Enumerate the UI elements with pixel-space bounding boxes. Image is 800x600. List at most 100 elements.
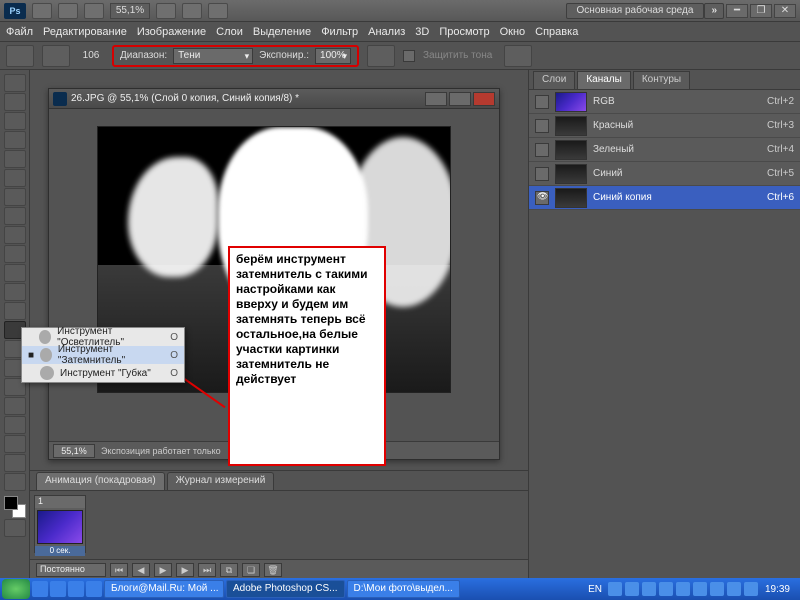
tray-icon[interactable] xyxy=(693,582,707,596)
taskbar-app[interactable]: Adobe Photoshop CS... xyxy=(226,580,345,598)
gradient-tool-icon[interactable] xyxy=(4,283,26,301)
wand-tool-icon[interactable] xyxy=(4,131,26,149)
visibility-icon[interactable] xyxy=(535,167,549,181)
quicklaunch-icon[interactable] xyxy=(86,581,102,597)
tray-icon[interactable] xyxy=(710,582,724,596)
next-frame-icon[interactable]: ▶ xyxy=(176,563,194,577)
frame-time[interactable]: 0 сек. xyxy=(35,546,85,556)
first-frame-icon[interactable]: ⏮ xyxy=(110,563,128,577)
channel-blue[interactable]: Синий Ctrl+5 xyxy=(529,162,800,186)
tray-icon[interactable] xyxy=(642,582,656,596)
start-button-icon[interactable] xyxy=(2,579,30,599)
tray-icon[interactable] xyxy=(659,582,673,596)
airbrush-icon[interactable] xyxy=(367,45,395,67)
workspace-button[interactable]: Основная рабочая среда xyxy=(566,3,705,19)
quicklaunch-icon[interactable] xyxy=(50,581,66,597)
protect-checkbox[interactable] xyxy=(403,50,415,62)
last-frame-icon[interactable]: ⏭ xyxy=(198,563,216,577)
taskbar-app[interactable]: D:\Мои фото\выдел... xyxy=(347,580,460,598)
menu-window[interactable]: Окно xyxy=(500,26,526,38)
screen-mode-icon[interactable] xyxy=(84,3,104,19)
delete-frame-icon[interactable]: 🗑 xyxy=(264,563,282,577)
tray-icon[interactable] xyxy=(608,582,622,596)
range-select[interactable]: Тени xyxy=(173,48,253,64)
tab-measurements[interactable]: Журнал измерений xyxy=(167,472,275,490)
doc-minimize-icon[interactable] xyxy=(425,92,447,106)
tab-layers[interactable]: Слои xyxy=(533,71,575,89)
tween-icon[interactable]: ⧉ xyxy=(220,563,238,577)
flyout-burn[interactable]: ■ Инструмент "Затемнитель" O xyxy=(22,346,184,364)
tablet-icon[interactable] xyxy=(504,45,532,67)
tray-icon[interactable] xyxy=(727,582,741,596)
channel-green[interactable]: Зеленый Ctrl+4 xyxy=(529,138,800,162)
app-close-icon[interactable]: ✕ xyxy=(774,4,796,18)
hand-icon[interactable] xyxy=(156,3,176,19)
eyedropper-tool-icon[interactable] xyxy=(4,169,26,187)
visibility-icon[interactable] xyxy=(535,143,549,157)
history-brush-tool-icon[interactable] xyxy=(4,245,26,263)
brush-preview-icon[interactable] xyxy=(42,45,70,67)
quicklaunch-icon[interactable] xyxy=(32,581,48,597)
clock[interactable]: 19:39 xyxy=(761,584,794,595)
move-tool-icon[interactable] xyxy=(4,74,26,92)
eraser-tool-icon[interactable] xyxy=(4,264,26,282)
language-indicator[interactable]: EN xyxy=(585,584,605,595)
menu-3d[interactable]: 3D xyxy=(415,26,429,38)
menu-image[interactable]: Изображение xyxy=(137,26,206,38)
flyout-sponge[interactable]: Инструмент "Губка" O xyxy=(22,364,184,382)
channel-blue-copy[interactable]: Синий копия Ctrl+6 xyxy=(529,186,800,210)
brush-tool-icon[interactable] xyxy=(4,207,26,225)
visibility-icon[interactable] xyxy=(535,95,549,109)
document-titlebar[interactable]: 26.JPG @ 55,1% (Слой 0 копия, Синий копи… xyxy=(49,89,499,109)
animation-frame[interactable]: 1 0 сек. xyxy=(34,495,86,553)
blur-tool-icon[interactable] xyxy=(4,302,26,320)
tray-icon[interactable] xyxy=(744,582,758,596)
menu-help[interactable]: Справка xyxy=(535,26,578,38)
tab-animation[interactable]: Анимация (покадровая) xyxy=(36,472,165,490)
hand-tool-icon[interactable] xyxy=(4,454,26,472)
menu-select[interactable]: Выделение xyxy=(253,26,311,38)
doc-maximize-icon[interactable] xyxy=(449,92,471,106)
new-frame-icon[interactable]: ❏ xyxy=(242,563,260,577)
shape-tool-icon[interactable] xyxy=(4,397,26,415)
tray-icon[interactable] xyxy=(625,582,639,596)
menu-file[interactable]: Файл xyxy=(6,26,33,38)
color-swatches[interactable] xyxy=(4,496,26,518)
lasso-tool-icon[interactable] xyxy=(4,112,26,130)
menu-filter[interactable]: Фильтр xyxy=(321,26,358,38)
3d-tool-icon[interactable] xyxy=(4,416,26,434)
layout-icon[interactable] xyxy=(58,3,78,19)
camera-tool-icon[interactable] xyxy=(4,435,26,453)
channel-rgb[interactable]: RGB Ctrl+2 xyxy=(529,90,800,114)
crop-tool-icon[interactable] xyxy=(4,150,26,168)
tray-icon[interactable] xyxy=(676,582,690,596)
taskbar-app[interactable]: Блоги@Mail.Ru: Мой ... xyxy=(104,580,224,598)
stamp-tool-icon[interactable] xyxy=(4,226,26,244)
visibility-icon[interactable] xyxy=(535,191,549,205)
rotate-icon[interactable] xyxy=(182,3,202,19)
doc-zoom[interactable]: 55,1% xyxy=(53,444,95,458)
tab-paths[interactable]: Контуры xyxy=(633,71,690,89)
prev-frame-icon[interactable]: ◀ xyxy=(132,563,150,577)
quicklaunch-icon[interactable] xyxy=(68,581,84,597)
visibility-icon[interactable] xyxy=(535,119,549,133)
play-icon[interactable]: ▶ xyxy=(154,563,172,577)
loop-select[interactable]: Постоянно xyxy=(36,563,106,577)
exposure-input[interactable]: 100% xyxy=(315,48,351,64)
title-zoom[interactable]: 55,1% xyxy=(110,3,150,19)
menu-view[interactable]: Просмотр xyxy=(439,26,489,38)
marquee-tool-icon[interactable] xyxy=(4,93,26,111)
zoom-tool-icon[interactable] xyxy=(4,473,26,491)
workspace-more-icon[interactable]: » xyxy=(704,3,724,19)
menu-analysis[interactable]: Анализ xyxy=(368,26,405,38)
quickmask-icon[interactable] xyxy=(4,519,26,537)
menu-layers[interactable]: Слои xyxy=(216,26,243,38)
heal-tool-icon[interactable] xyxy=(4,188,26,206)
menu-edit[interactable]: Редактирование xyxy=(43,26,127,38)
tool-preset-icon[interactable] xyxy=(6,45,34,67)
app-minimize-icon[interactable]: ━ xyxy=(726,4,748,18)
tab-channels[interactable]: Каналы xyxy=(577,71,631,89)
app-maximize-icon[interactable]: ❐ xyxy=(750,4,772,18)
arrange-icon[interactable] xyxy=(208,3,228,19)
channel-red[interactable]: Красный Ctrl+3 xyxy=(529,114,800,138)
